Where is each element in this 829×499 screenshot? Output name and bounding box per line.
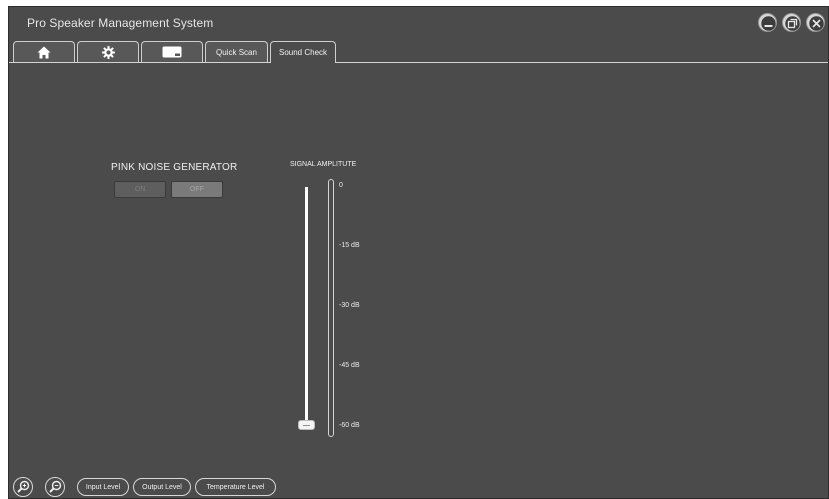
scale-tick-label: -30 dB bbox=[339, 302, 360, 309]
close-icon bbox=[809, 16, 824, 31]
temperature-level-button[interactable]: Temperature Level bbox=[195, 478, 276, 496]
tab-quick-scan[interactable]: Quick Scan bbox=[205, 41, 268, 62]
signal-level-meter bbox=[328, 179, 334, 437]
pink-noise-off-button[interactable]: OFF bbox=[171, 181, 223, 198]
tab-sound-check[interactable]: Sound Check bbox=[270, 41, 336, 63]
app-title: Pro Speaker Management System bbox=[27, 16, 214, 30]
scale-tick-label: 0 bbox=[339, 182, 343, 189]
tab-device[interactable] bbox=[141, 41, 203, 62]
scale-tick-label: -60 dB bbox=[339, 422, 360, 429]
signal-amplitude-label: SIGNAL AMPLITUTE bbox=[290, 161, 357, 168]
scale-tick-label: -15 dB bbox=[339, 242, 360, 249]
restore-icon bbox=[785, 16, 800, 31]
zoom-out-icon bbox=[49, 480, 62, 493]
tab-bar: Quick Scan Sound Check bbox=[9, 39, 828, 63]
scale-tick-label: -45 dB bbox=[339, 362, 360, 369]
zoom-in-icon bbox=[17, 480, 30, 493]
tab-quick-scan-label: Quick Scan bbox=[216, 47, 257, 57]
zoom-out-button[interactable] bbox=[45, 477, 65, 497]
settings-gear-icon bbox=[101, 45, 115, 59]
pink-noise-generator-label: PINK NOISE GENERATOR bbox=[111, 162, 238, 173]
tab-home[interactable] bbox=[13, 41, 75, 62]
restore-button[interactable] bbox=[782, 13, 801, 32]
home-icon bbox=[37, 46, 51, 58]
zoom-in-button[interactable] bbox=[13, 477, 33, 497]
title-bar: Pro Speaker Management System bbox=[9, 7, 828, 39]
close-button[interactable] bbox=[806, 13, 825, 32]
input-level-button[interactable]: Input Level bbox=[77, 478, 129, 496]
bottom-toolbar: Input Level Output Level Temperature Lev… bbox=[9, 476, 828, 498]
app-window: Pro Speaker Management System Quick Scan… bbox=[8, 6, 829, 499]
tab-sound-check-label: Sound Check bbox=[278, 48, 328, 57]
signal-slider-track[interactable] bbox=[305, 187, 308, 430]
pink-noise-on-button[interactable]: ON bbox=[114, 181, 166, 198]
tab-settings[interactable] bbox=[77, 41, 139, 62]
device-icon bbox=[162, 46, 182, 58]
signal-slider-thumb[interactable] bbox=[298, 420, 315, 430]
minimize-button[interactable] bbox=[758, 13, 777, 32]
minimize-icon bbox=[761, 16, 776, 31]
output-level-button[interactable]: Output Level bbox=[133, 478, 191, 496]
